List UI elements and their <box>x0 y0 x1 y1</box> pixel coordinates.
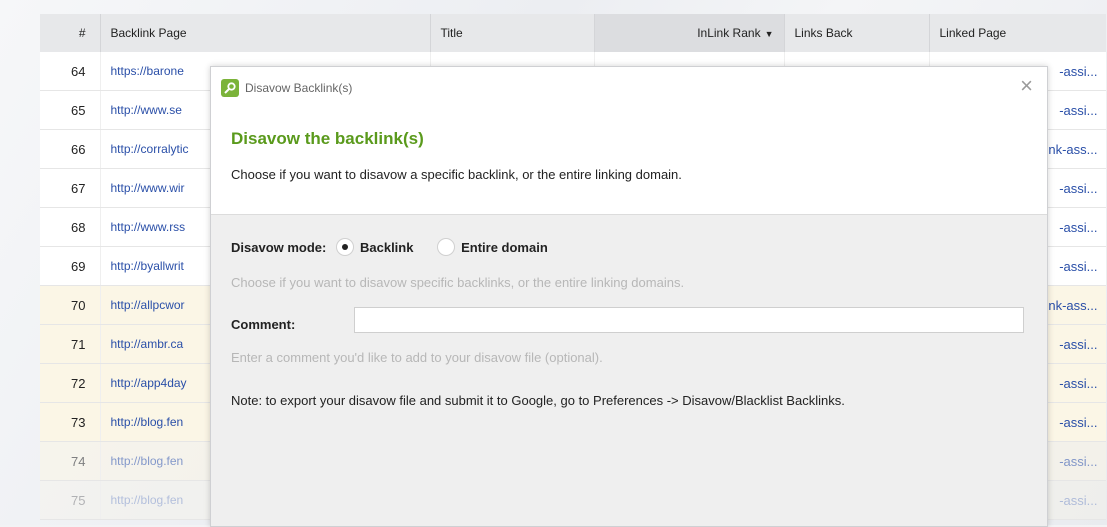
comment-label: Comment: <box>231 317 296 332</box>
table-header-row: # Backlink Page Title InLink Rank ▼ Links… <box>40 14 1106 52</box>
row-number: 67 <box>40 168 101 208</box>
column-header-links-back[interactable]: Links Back <box>784 14 930 52</box>
dialog-header: Disavow the backlink(s) Choose if you wa… <box>211 107 1047 215</box>
column-header-backlink-page[interactable]: Backlink Page <box>100 14 431 52</box>
row-number: 69 <box>40 246 101 286</box>
row-number: 71 <box>40 324 101 364</box>
close-icon[interactable]: × <box>1020 75 1033 97</box>
column-header-title[interactable]: Title <box>430 14 595 52</box>
radio-entire-domain-label[interactable]: Entire domain <box>461 240 548 255</box>
radio-option-backlink[interactable]: Backlink <box>335 238 413 256</box>
column-header-number[interactable]: # <box>40 14 101 52</box>
radio-backlink-label[interactable]: Backlink <box>360 240 413 255</box>
radio-backlink[interactable] <box>335 238 354 256</box>
export-note: Note: to export your disavow file and su… <box>231 393 845 408</box>
column-header-inlink-rank-label: InLink Rank <box>697 26 761 40</box>
comment-hint: Enter a comment you'd like to add to you… <box>231 350 603 365</box>
column-header-inlink-rank[interactable]: InLink Rank ▼ <box>594 14 785 52</box>
row-number: 66 <box>40 129 101 169</box>
row-number: 68 <box>40 207 101 247</box>
row-number: 75 <box>40 480 101 520</box>
row-number: 73 <box>40 402 101 442</box>
disavow-mode-row: Disavow mode: Backlink Entire domain <box>231 238 548 256</box>
dialog-titlebar: Disavow Backlink(s) × <box>211 67 1047 107</box>
disavow-mode-label: Disavow mode: <box>231 240 327 255</box>
sort-caret-icon: ▼ <box>764 29 774 39</box>
row-number: 64 <box>40 52 101 91</box>
row-number: 70 <box>40 285 101 325</box>
row-number: 74 <box>40 441 101 481</box>
dialog-window-title: Disavow Backlink(s) <box>245 81 353 95</box>
app-logo-icon <box>221 79 239 97</box>
row-number: 65 <box>40 90 101 130</box>
radio-entire-domain[interactable] <box>437 238 456 256</box>
dialog-heading: Disavow the backlink(s) <box>231 129 424 148</box>
row-number: 72 <box>40 363 101 403</box>
dialog-description: Choose if you want to disavow a specific… <box>231 167 682 182</box>
comment-input[interactable] <box>354 307 1024 333</box>
mode-hint: Choose if you want to disavow specific b… <box>231 275 685 290</box>
column-header-linked-page[interactable]: Linked Page <box>929 14 1106 52</box>
radio-option-entire-domain[interactable]: Entire domain <box>437 238 548 256</box>
disavow-dialog: Disavow Backlink(s) × Disavow the backli… <box>210 66 1048 527</box>
